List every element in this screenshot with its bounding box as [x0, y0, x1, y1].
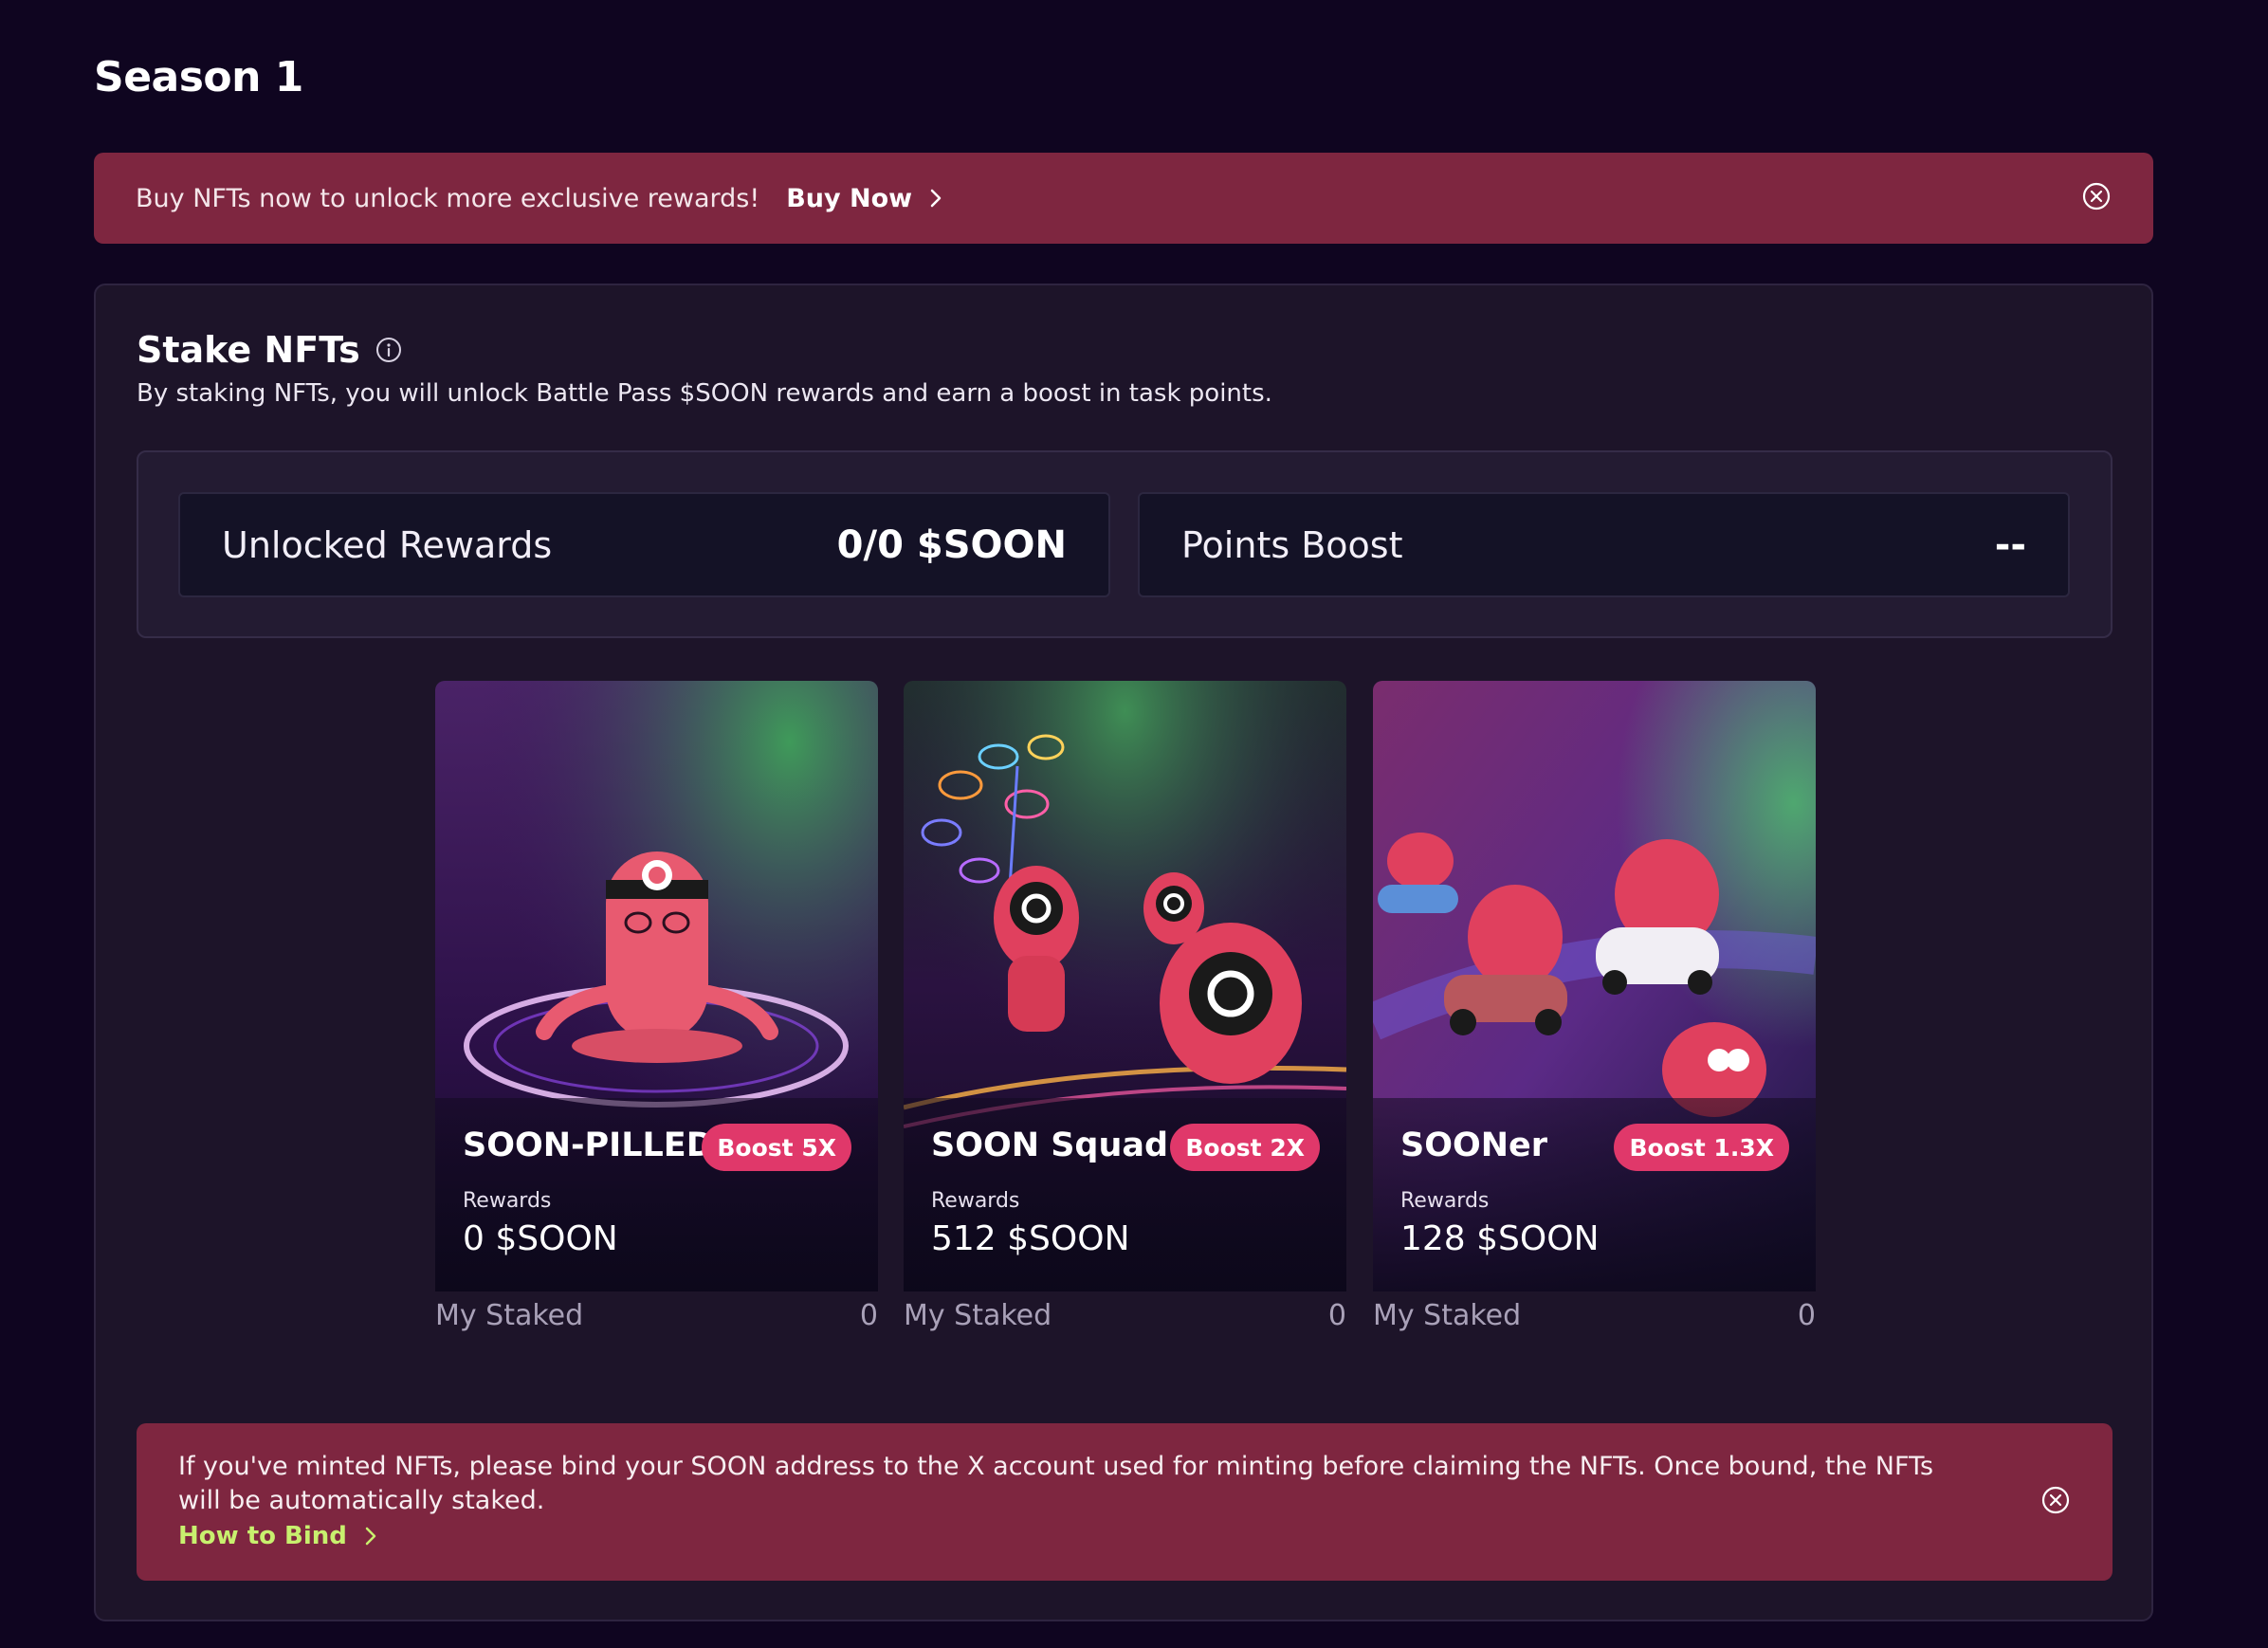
card-name: SOON-PILLED — [463, 1126, 714, 1164]
chevron-right-icon — [929, 188, 942, 209]
my-staked-value: 0 — [1797, 1299, 1816, 1332]
buy-now-link[interactable]: Buy Now — [786, 184, 942, 213]
rewards-label: Rewards — [1400, 1189, 1490, 1213]
chevron-right-icon — [364, 1526, 377, 1547]
nft-card-sooner[interactable]: SOONer Boost 1.3X Rewards 128 $SOON My S… — [1373, 681, 1816, 1332]
rewards-value: 128 $SOON — [1400, 1219, 1600, 1258]
my-staked-value: 0 — [859, 1299, 878, 1332]
nft-card-soon-pilled[interactable]: SOON-PILLED Boost 5X Rewards 0 $SOON My … — [435, 681, 878, 1332]
bind-message: If you've minted NFTs, please bind your … — [178, 1452, 1934, 1515]
close-banner-button[interactable] — [2081, 182, 2112, 214]
unlocked-rewards-stat: Unlocked Rewards 0/0 $SOON — [178, 492, 1110, 597]
my-staked-label: My Staked — [1373, 1299, 1522, 1332]
my-staked-row: My Staked 0 — [904, 1299, 1346, 1332]
my-staked-label: My Staked — [435, 1299, 584, 1332]
stats-box: Unlocked Rewards 0/0 $SOON Points Boost … — [137, 450, 2113, 638]
bind-address-banner: If you've minted NFTs, please bind your … — [137, 1423, 2113, 1581]
page: Season 1 Buy NFTs now to unlock more exc… — [0, 0, 2268, 1648]
card-name: SOON Squad — [931, 1126, 1169, 1164]
nft-card-soon-squad[interactable]: SOON Squad Boost 2X Rewards 512 $SOON My… — [904, 681, 1346, 1332]
buy-nfts-banner: Buy NFTs now to unlock more exclusive re… — [94, 153, 2153, 244]
how-to-bind-link[interactable]: How to Bind — [178, 1522, 377, 1550]
rewards-label: Rewards — [931, 1189, 1020, 1213]
banner-message: Buy NFTs now to unlock more exclusive re… — [136, 183, 760, 213]
card-name: SOONer — [1400, 1126, 1548, 1164]
nft-card-image: SOON Squad Boost 2X Rewards 512 $SOON — [904, 681, 1346, 1291]
rewards-value: 512 $SOON — [931, 1219, 1130, 1258]
boost-badge: Boost 5X — [702, 1124, 851, 1171]
close-circle-icon — [2041, 1486, 2070, 1518]
rewards-value: 0 $SOON — [463, 1219, 618, 1258]
my-staked-label: My Staked — [904, 1299, 1052, 1332]
my-staked-value: 0 — [1327, 1299, 1346, 1332]
my-staked-row: My Staked 0 — [1373, 1299, 1816, 1332]
buy-now-label: Buy Now — [786, 183, 913, 213]
stat-label: Unlocked Rewards — [222, 523, 553, 566]
how-to-bind-label: How to Bind — [178, 1522, 347, 1550]
stake-nfts-panel: Stake NFTs By staking NFTs, you will unl… — [94, 284, 2153, 1621]
points-boost-stat: Points Boost -- — [1138, 492, 2070, 597]
nft-card-image: SOON-PILLED Boost 5X Rewards 0 $SOON — [435, 681, 878, 1291]
stat-value: 0/0 $SOON — [836, 522, 1067, 567]
page-title: Season 1 — [94, 53, 303, 101]
my-staked-row: My Staked 0 — [435, 1299, 878, 1332]
rewards-label: Rewards — [463, 1189, 552, 1213]
boost-badge: Boost 2X — [1170, 1124, 1320, 1171]
nft-card-image: SOONer Boost 1.3X Rewards 128 $SOON — [1373, 681, 1816, 1291]
boost-badge: Boost 1.3X — [1614, 1124, 1789, 1171]
close-circle-icon — [2082, 182, 2111, 214]
close-bind-banner-button[interactable] — [2040, 1486, 2071, 1518]
stat-label: Points Boost — [1181, 523, 1403, 566]
stake-section-title: Stake NFTs — [137, 329, 402, 371]
info-icon[interactable] — [375, 337, 402, 363]
stat-value: -- — [1994, 522, 2026, 567]
stake-title-text: Stake NFTs — [137, 329, 360, 371]
stake-description: By staking NFTs, you will unlock Battle … — [137, 379, 1272, 408]
